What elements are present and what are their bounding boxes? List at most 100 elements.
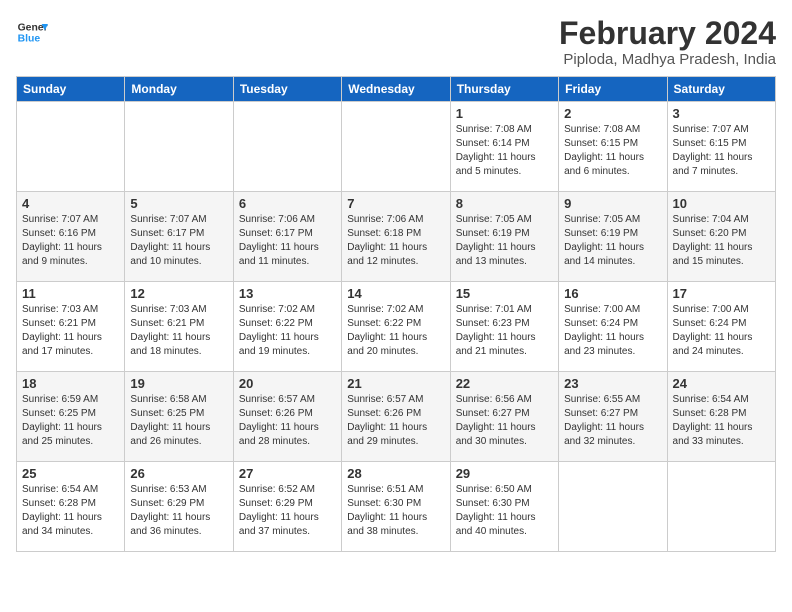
day-number: 2 [564,106,661,121]
title-block: February 2024 Piploda, Madhya Pradesh, I… [559,16,776,68]
day-cell: 8 Sunrise: 7:05 AM Sunset: 6:19 PM Daylig… [450,192,558,282]
day-info: Sunrise: 7:01 AM Sunset: 6:23 PM Dayligh… [456,303,553,359]
day-header-thursday: Thursday [450,77,558,102]
day-number: 29 [456,466,553,481]
day-number: 10 [673,196,770,211]
day-info: Sunrise: 7:03 AM Sunset: 6:21 PM Dayligh… [22,303,119,359]
day-header-wednesday: Wednesday [342,77,450,102]
day-number: 8 [456,196,553,211]
day-number: 25 [22,466,119,481]
day-info: Sunrise: 6:59 AM Sunset: 6:25 PM Dayligh… [22,393,119,449]
day-info: Sunrise: 6:52 AM Sunset: 6:29 PM Dayligh… [239,483,336,539]
day-info: Sunrise: 6:53 AM Sunset: 6:29 PM Dayligh… [130,483,227,539]
day-number: 5 [130,196,227,211]
day-info: Sunrise: 6:51 AM Sunset: 6:30 PM Dayligh… [347,483,444,539]
day-cell: 11 Sunrise: 7:03 AM Sunset: 6:21 PM Dayli… [17,282,125,372]
day-header-monday: Monday [125,77,233,102]
week-row-3: 11 Sunrise: 7:03 AM Sunset: 6:21 PM Dayli… [17,282,776,372]
logo: General Blue [16,16,48,48]
day-number: 11 [22,286,119,301]
day-cell: 4 Sunrise: 7:07 AM Sunset: 6:16 PM Daylig… [17,192,125,282]
day-info: Sunrise: 6:54 AM Sunset: 6:28 PM Dayligh… [22,483,119,539]
day-cell: 2 Sunrise: 7:08 AM Sunset: 6:15 PM Daylig… [559,102,667,192]
day-cell: 13 Sunrise: 7:02 AM Sunset: 6:22 PM Dayli… [233,282,341,372]
day-info: Sunrise: 7:00 AM Sunset: 6:24 PM Dayligh… [673,303,770,359]
svg-text:Blue: Blue [18,34,41,45]
page-header: General Blue February 2024 Piploda, Madh… [16,16,776,68]
day-cell: 27 Sunrise: 6:52 AM Sunset: 6:29 PM Dayli… [233,462,341,552]
day-number: 28 [347,466,444,481]
calendar-title: February 2024 [559,16,776,51]
day-number: 27 [239,466,336,481]
week-row-5: 25 Sunrise: 6:54 AM Sunset: 6:28 PM Dayli… [17,462,776,552]
day-cell: 24 Sunrise: 6:54 AM Sunset: 6:28 PM Dayli… [667,372,775,462]
day-info: Sunrise: 7:07 AM Sunset: 6:15 PM Dayligh… [673,123,770,179]
day-number: 1 [456,106,553,121]
day-info: Sunrise: 6:58 AM Sunset: 6:25 PM Dayligh… [130,393,227,449]
day-cell: 26 Sunrise: 6:53 AM Sunset: 6:29 PM Dayli… [125,462,233,552]
day-info: Sunrise: 7:06 AM Sunset: 6:17 PM Dayligh… [239,213,336,269]
day-number: 6 [239,196,336,211]
day-info: Sunrise: 7:02 AM Sunset: 6:22 PM Dayligh… [347,303,444,359]
day-number: 21 [347,376,444,391]
day-cell: 10 Sunrise: 7:04 AM Sunset: 6:20 PM Dayli… [667,192,775,282]
day-info: Sunrise: 7:05 AM Sunset: 6:19 PM Dayligh… [564,213,661,269]
day-number: 15 [456,286,553,301]
day-info: Sunrise: 6:57 AM Sunset: 6:26 PM Dayligh… [239,393,336,449]
week-row-1: 1 Sunrise: 7:08 AM Sunset: 6:14 PM Daylig… [17,102,776,192]
day-cell [125,102,233,192]
day-number: 7 [347,196,444,211]
day-cell: 7 Sunrise: 7:06 AM Sunset: 6:18 PM Daylig… [342,192,450,282]
day-info: Sunrise: 6:55 AM Sunset: 6:27 PM Dayligh… [564,393,661,449]
day-number: 18 [22,376,119,391]
day-cell: 14 Sunrise: 7:02 AM Sunset: 6:22 PM Dayli… [342,282,450,372]
day-info: Sunrise: 6:57 AM Sunset: 6:26 PM Dayligh… [347,393,444,449]
day-number: 24 [673,376,770,391]
day-number: 26 [130,466,227,481]
day-cell: 21 Sunrise: 6:57 AM Sunset: 6:26 PM Dayli… [342,372,450,462]
day-cell: 16 Sunrise: 7:00 AM Sunset: 6:24 PM Dayli… [559,282,667,372]
week-row-2: 4 Sunrise: 7:07 AM Sunset: 6:16 PM Daylig… [17,192,776,282]
day-number: 23 [564,376,661,391]
days-header-row: SundayMondayTuesdayWednesdayThursdayFrid… [17,77,776,102]
day-cell: 22Sunrise: 6:56 AM Sunset: 6:27 PM Dayli… [450,372,558,462]
day-cell: 17Sunrise: 7:00 AM Sunset: 6:24 PM Dayli… [667,282,775,372]
day-cell [342,102,450,192]
day-cell: 3 Sunrise: 7:07 AM Sunset: 6:15 PM Daylig… [667,102,775,192]
day-info: Sunrise: 7:02 AM Sunset: 6:22 PM Dayligh… [239,303,336,359]
logo-icon: General Blue [16,16,48,48]
calendar-table: SundayMondayTuesdayWednesdayThursdayFrid… [16,76,776,552]
day-header-sunday: Sunday [17,77,125,102]
day-info: Sunrise: 7:04 AM Sunset: 6:20 PM Dayligh… [673,213,770,269]
day-cell [17,102,125,192]
day-number: 16 [564,286,661,301]
day-info: Sunrise: 7:03 AM Sunset: 6:21 PM Dayligh… [130,303,227,359]
day-number: 4 [22,196,119,211]
day-header-saturday: Saturday [667,77,775,102]
day-info: Sunrise: 7:07 AM Sunset: 6:17 PM Dayligh… [130,213,227,269]
day-cell: 19 Sunrise: 6:58 AM Sunset: 6:25 PM Dayli… [125,372,233,462]
day-info: Sunrise: 7:00 AM Sunset: 6:24 PM Dayligh… [564,303,661,359]
day-cell [559,462,667,552]
day-cell: 6 Sunrise: 7:06 AM Sunset: 6:17 PM Daylig… [233,192,341,282]
day-number: 14 [347,286,444,301]
day-cell: 20 Sunrise: 6:57 AM Sunset: 6:26 PM Dayli… [233,372,341,462]
day-cell: 23 Sunrise: 6:55 AM Sunset: 6:27 PM Dayli… [559,372,667,462]
day-info: Sunrise: 7:08 AM Sunset: 6:15 PM Dayligh… [564,123,661,179]
day-cell: 15 Sunrise: 7:01 AM Sunset: 6:23 PM Dayli… [450,282,558,372]
day-cell: 25 Sunrise: 6:54 AM Sunset: 6:28 PM Dayli… [17,462,125,552]
day-cell: 9Sunrise: 7:05 AM Sunset: 6:19 PM Daylig… [559,192,667,282]
day-info: Sunrise: 7:06 AM Sunset: 6:18 PM Dayligh… [347,213,444,269]
day-number: 19 [130,376,227,391]
day-number: 12 [130,286,227,301]
day-number: 3 [673,106,770,121]
week-row-4: 18 Sunrise: 6:59 AM Sunset: 6:25 PM Dayli… [17,372,776,462]
day-header-friday: Friday [559,77,667,102]
day-number: 20 [239,376,336,391]
day-info: Sunrise: 7:08 AM Sunset: 6:14 PM Dayligh… [456,123,553,179]
day-info: Sunrise: 6:54 AM Sunset: 6:28 PM Dayligh… [673,393,770,449]
day-number: 13 [239,286,336,301]
day-info: Sunrise: 7:05 AM Sunset: 6:19 PM Dayligh… [456,213,553,269]
day-header-tuesday: Tuesday [233,77,341,102]
day-info: Sunrise: 7:07 AM Sunset: 6:16 PM Dayligh… [22,213,119,269]
